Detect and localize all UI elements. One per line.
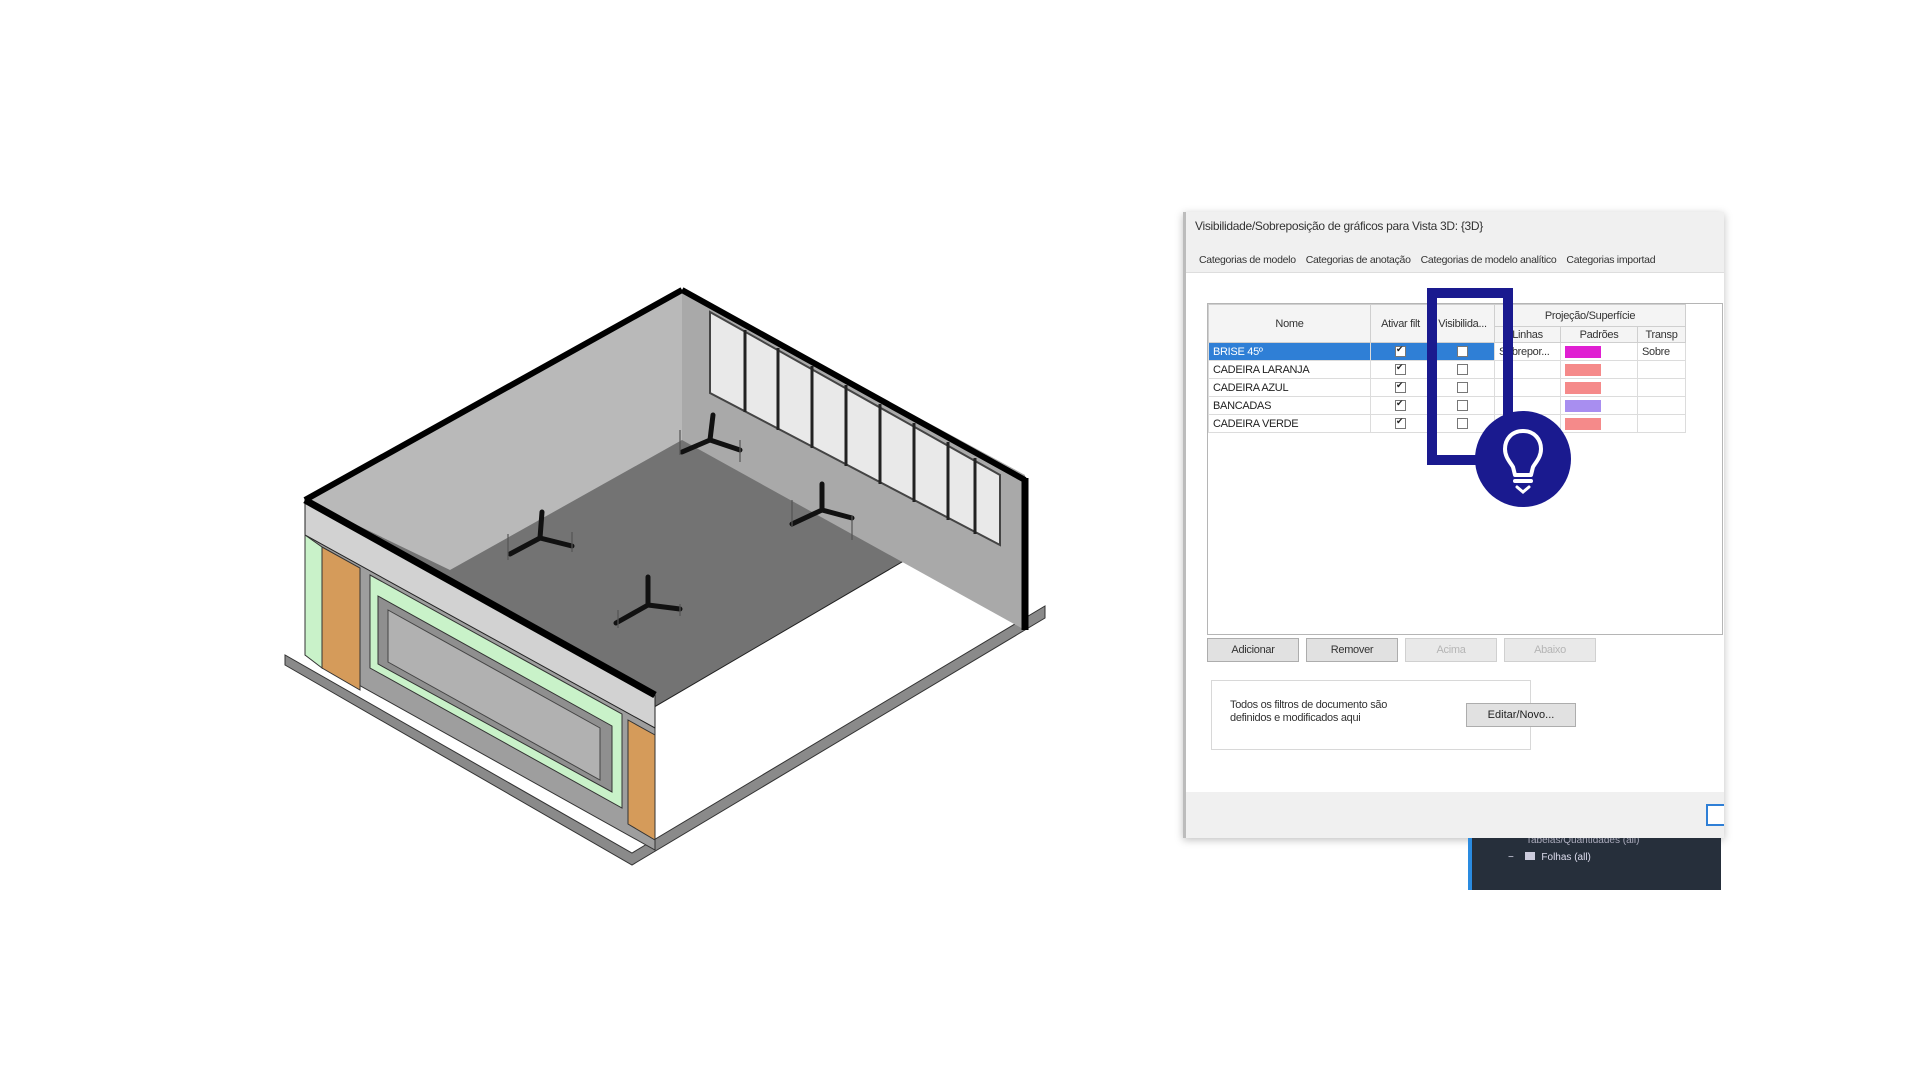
enable-filter-checkbox[interactable] bbox=[1395, 416, 1406, 430]
door-right bbox=[627, 719, 656, 841]
filter-name: CADEIRA LARANJA bbox=[1208, 360, 1371, 379]
transparency-cell[interactable] bbox=[1637, 360, 1686, 379]
project-browser: Tabelas/Quantidades (all) − Folhas (all) bbox=[1468, 838, 1721, 890]
pattern-swatch bbox=[1565, 363, 1601, 376]
filter-name: BRISE 45º bbox=[1208, 342, 1371, 361]
enable-filter-checkbox[interactable] bbox=[1395, 380, 1406, 394]
sheets-icon bbox=[1524, 852, 1535, 860]
tab-analytical-categories[interactable]: Categorias de modelo analítico bbox=[1416, 250, 1562, 272]
pattern-override-cell[interactable] bbox=[1560, 378, 1638, 397]
pattern-override-cell[interactable] bbox=[1560, 396, 1638, 415]
col-header-transparency[interactable]: Transp bbox=[1637, 326, 1686, 343]
browser-item-schedules[interactable]: Tabelas/Quantidades (all) bbox=[1526, 838, 1639, 846]
browser-item-sheets: Folhas (all) bbox=[1541, 852, 1591, 863]
filter-name: BANCADAS bbox=[1208, 396, 1371, 415]
col-header-name[interactable]: Nome bbox=[1208, 304, 1371, 343]
add-button[interactable]: Adicionar bbox=[1207, 638, 1299, 662]
collapse-icon[interactable]: − bbox=[1508, 852, 1514, 863]
enable-filter-checkbox[interactable] bbox=[1395, 362, 1406, 376]
browser-item-sheets-row[interactable]: − Folhas (all) bbox=[1508, 852, 1591, 863]
transparency-cell[interactable] bbox=[1637, 396, 1686, 415]
col-header-enable-filter[interactable]: Ativar filt bbox=[1370, 304, 1431, 343]
transparency-cell[interactable] bbox=[1637, 414, 1686, 433]
col-header-patterns[interactable]: Padrões bbox=[1560, 326, 1638, 343]
filter-info-box: Todos os filtros de documento são defini… bbox=[1211, 680, 1576, 750]
enable-filter-cell[interactable] bbox=[1370, 414, 1431, 433]
move-down-button[interactable]: Abaixo bbox=[1504, 638, 1596, 662]
tip-badge bbox=[1475, 411, 1571, 507]
ok-button[interactable] bbox=[1706, 804, 1724, 826]
filter-name: CADEIRA AZUL bbox=[1208, 378, 1371, 397]
move-up-button[interactable]: Acima bbox=[1405, 638, 1497, 662]
tab-model-categories[interactable]: Categorias de modelo bbox=[1194, 250, 1301, 272]
enable-filter-cell[interactable] bbox=[1370, 360, 1431, 379]
pattern-swatch bbox=[1565, 399, 1601, 412]
filter-name: CADEIRA VERDE bbox=[1208, 414, 1371, 433]
col-header-projection: Projeção/Superfície bbox=[1494, 304, 1686, 327]
transparency-cell[interactable]: Sobre bbox=[1637, 342, 1686, 361]
enable-filter-cell[interactable] bbox=[1370, 378, 1431, 397]
enable-filter-cell[interactable] bbox=[1370, 342, 1431, 361]
pattern-override-cell[interactable] bbox=[1560, 414, 1638, 433]
dialog-title: Visibilidade/Sobreposição de gráficos pa… bbox=[1195, 219, 1483, 233]
edit-new-button[interactable]: Editar/Novo... bbox=[1466, 703, 1576, 727]
enable-filter-checkbox[interactable] bbox=[1395, 398, 1406, 412]
enable-filter-cell[interactable] bbox=[1370, 396, 1431, 415]
tab-bar: Categorias de modelo Categorias de anota… bbox=[1194, 250, 1660, 272]
door-left bbox=[321, 546, 361, 691]
tab-imported-categories[interactable]: Categorias importad bbox=[1561, 250, 1660, 272]
browser-edge bbox=[1468, 838, 1472, 890]
pattern-override-cell[interactable] bbox=[1560, 342, 1638, 361]
pattern-swatch bbox=[1565, 345, 1601, 358]
pattern-override-cell[interactable] bbox=[1560, 360, 1638, 379]
remove-button[interactable]: Remover bbox=[1306, 638, 1398, 662]
lightbulb-icon bbox=[1503, 429, 1543, 494]
enable-filter-checkbox[interactable] bbox=[1395, 344, 1406, 358]
tab-annotation-categories[interactable]: Categorias de anotação bbox=[1301, 250, 1416, 272]
pattern-swatch bbox=[1565, 381, 1601, 394]
dialog-footer bbox=[1186, 792, 1724, 838]
filter-note: Todos os filtros de documento são defini… bbox=[1230, 699, 1388, 724]
transparency-cell[interactable] bbox=[1637, 378, 1686, 397]
